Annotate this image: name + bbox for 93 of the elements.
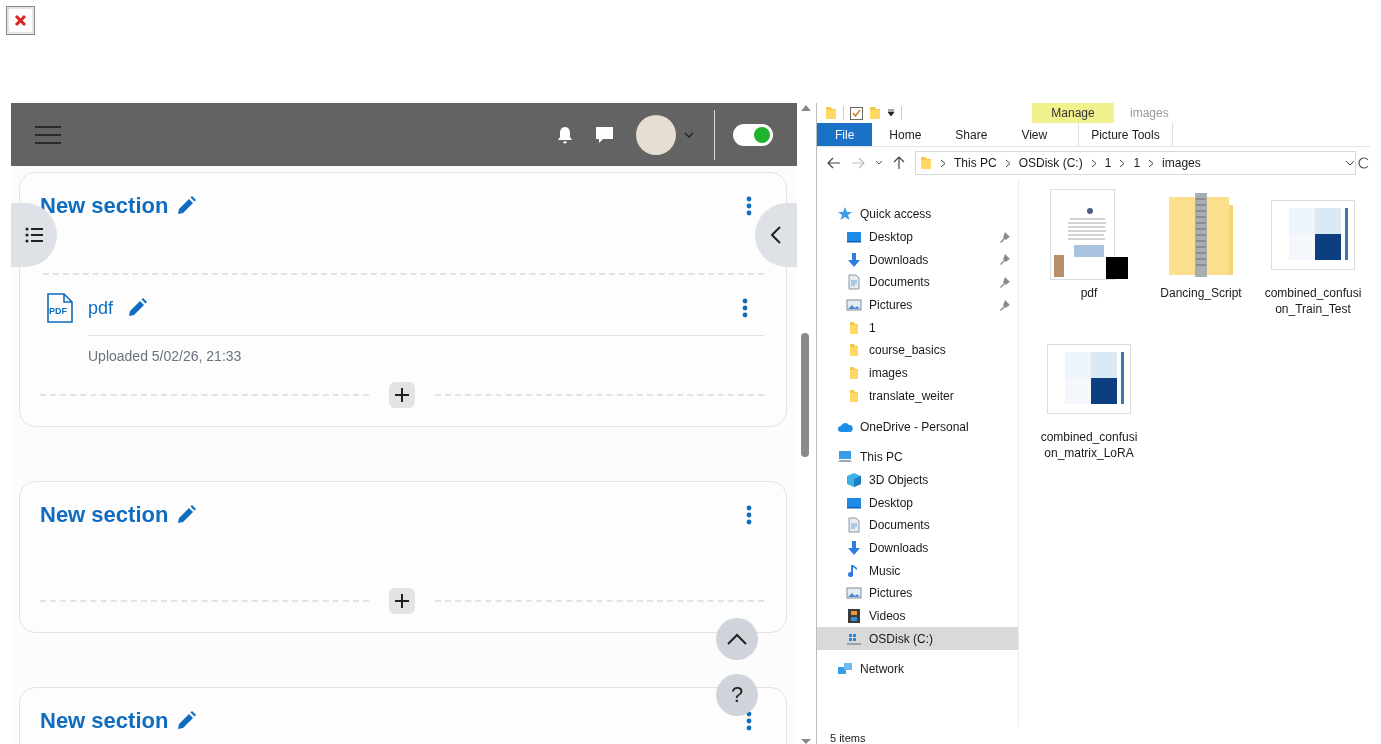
dropdown-icon[interactable] — [887, 109, 895, 117]
picture-icon — [846, 297, 862, 314]
file-name[interactable]: combined_confusion_Train_Test — [1264, 285, 1362, 317]
breadcrumb[interactable]: images — [1162, 156, 1201, 170]
nav-item[interactable]: Pictures — [817, 293, 1018, 317]
upload-date-text: Uploaded 5/02/26, 21:33 — [88, 335, 764, 364]
chevron-right-icon — [1090, 158, 1097, 168]
nav-item[interactable]: course_basics — [817, 339, 1018, 362]
nav-item[interactable]: Downloads — [817, 248, 1018, 272]
section-title: New section — [40, 193, 169, 219]
plus-icon — [395, 388, 409, 402]
nav-item[interactable]: OneDrive - Personal — [817, 415, 1018, 438]
address-bar[interactable]: This PC OSDisk (C:) 1 1 images — [915, 151, 1356, 175]
nav-item[interactable]: Music — [817, 559, 1018, 582]
pin-icon[interactable] — [1000, 299, 1010, 311]
zip-folder-icon — [1168, 193, 1234, 277]
status-bar-text: 5 items — [829, 731, 867, 744]
activity-link[interactable]: pdf — [88, 297, 114, 319]
section-title: New section — [40, 502, 169, 528]
more-options-icon[interactable] — [742, 298, 748, 318]
ribbon-tab[interactable]: View — [1004, 123, 1065, 146]
section-title: New section — [40, 708, 169, 734]
help-button[interactable]: ? — [716, 674, 758, 716]
up-arrow-icon[interactable] — [893, 156, 905, 170]
ribbon-tab[interactable]: Picture Tools — [1078, 123, 1173, 146]
breadcrumb[interactable]: OSDisk (C:) — [1018, 156, 1083, 170]
list-icon — [25, 227, 43, 243]
scroll-to-top-button[interactable] — [716, 618, 758, 660]
file-name[interactable]: Dancing_Script — [1152, 285, 1250, 301]
add-content-button[interactable] — [389, 382, 415, 408]
file-name[interactable]: pdf — [1040, 285, 1138, 301]
plus-icon — [395, 594, 409, 608]
document-icon — [846, 274, 862, 291]
pencil-icon[interactable] — [176, 711, 197, 731]
back-arrow-icon[interactable] — [827, 157, 841, 169]
toggle-switch[interactable] — [733, 123, 773, 146]
user-avatar[interactable] — [636, 114, 676, 155]
caret-icon[interactable] — [1345, 160, 1355, 166]
nav-item[interactable]: translate_weiter — [817, 384, 1018, 408]
nav-item[interactable]: Videos — [817, 604, 1018, 628]
chat-icon[interactable] — [595, 125, 614, 144]
contextual-tab-group: Manage — [1032, 103, 1114, 123]
pin-icon[interactable] — [1000, 231, 1010, 243]
chevron-up-icon — [727, 633, 747, 645]
chevron-right-icon — [1004, 158, 1011, 168]
nav-item[interactable]: Documents — [817, 513, 1018, 537]
breadcrumb[interactable]: This PC — [954, 156, 997, 170]
menu-icon[interactable] — [35, 124, 61, 145]
refresh-icon[interactable] — [1358, 156, 1370, 170]
bell-icon[interactable] — [557, 125, 573, 144]
download-arrow-icon — [846, 251, 862, 268]
film-icon — [846, 608, 862, 625]
file-name[interactable]: combined_confusion_matrix_LoRA — [1040, 429, 1138, 461]
chevron-right-icon — [940, 158, 946, 168]
pencil-icon[interactable] — [176, 196, 197, 216]
nav-item[interactable]: OSDisk (C:) — [817, 627, 1018, 651]
pencil-icon[interactable] — [127, 298, 148, 318]
window-title: images — [1130, 106, 1169, 120]
nav-item[interactable]: This PC — [817, 445, 1018, 469]
chevron-right-icon — [1119, 158, 1126, 168]
ribbon-tab[interactable]: File — [817, 123, 873, 146]
more-options-icon[interactable] — [746, 711, 752, 731]
pin-icon[interactable] — [1000, 276, 1010, 288]
nav-item[interactable]: 3D Objects — [817, 468, 1018, 492]
chevron-right-icon — [1148, 158, 1155, 168]
more-options-icon[interactable] — [746, 505, 752, 525]
nav-item[interactable]: Downloads — [817, 536, 1018, 560]
cube-icon — [846, 471, 862, 488]
breadcrumb[interactable]: 1 — [1133, 156, 1141, 170]
download-arrow-icon — [846, 539, 862, 556]
nav-item[interactable]: Pictures — [817, 582, 1018, 605]
ribbon-tab[interactable]: Share — [938, 123, 1005, 146]
nav-item[interactable]: Quick access — [817, 203, 1018, 226]
nav-item[interactable]: Desktop — [817, 225, 1018, 249]
folder-icon — [920, 156, 932, 170]
more-options-icon[interactable] — [746, 196, 752, 216]
ribbon-tab[interactable]: Home — [872, 123, 939, 146]
nav-item[interactable]: Documents — [817, 271, 1018, 294]
caret-icon[interactable] — [875, 160, 883, 166]
chevron-left-icon — [771, 226, 781, 244]
nav-item[interactable]: images — [817, 361, 1018, 385]
picture-icon — [846, 585, 862, 602]
document-icon — [846, 517, 862, 534]
checkbox-icon[interactable] — [850, 106, 863, 120]
pin-icon[interactable] — [1000, 254, 1010, 266]
pencil-icon[interactable] — [176, 505, 197, 525]
add-content-button[interactable] — [389, 588, 415, 614]
nav-item[interactable]: Desktop — [817, 491, 1018, 514]
nav-item[interactable]: Network — [817, 658, 1018, 681]
broken-image-icon — [6, 6, 35, 35]
monitor-icon — [846, 229, 862, 246]
nav-item[interactable]: 1 — [817, 316, 1018, 340]
breadcrumb[interactable]: 1 — [1104, 156, 1112, 170]
